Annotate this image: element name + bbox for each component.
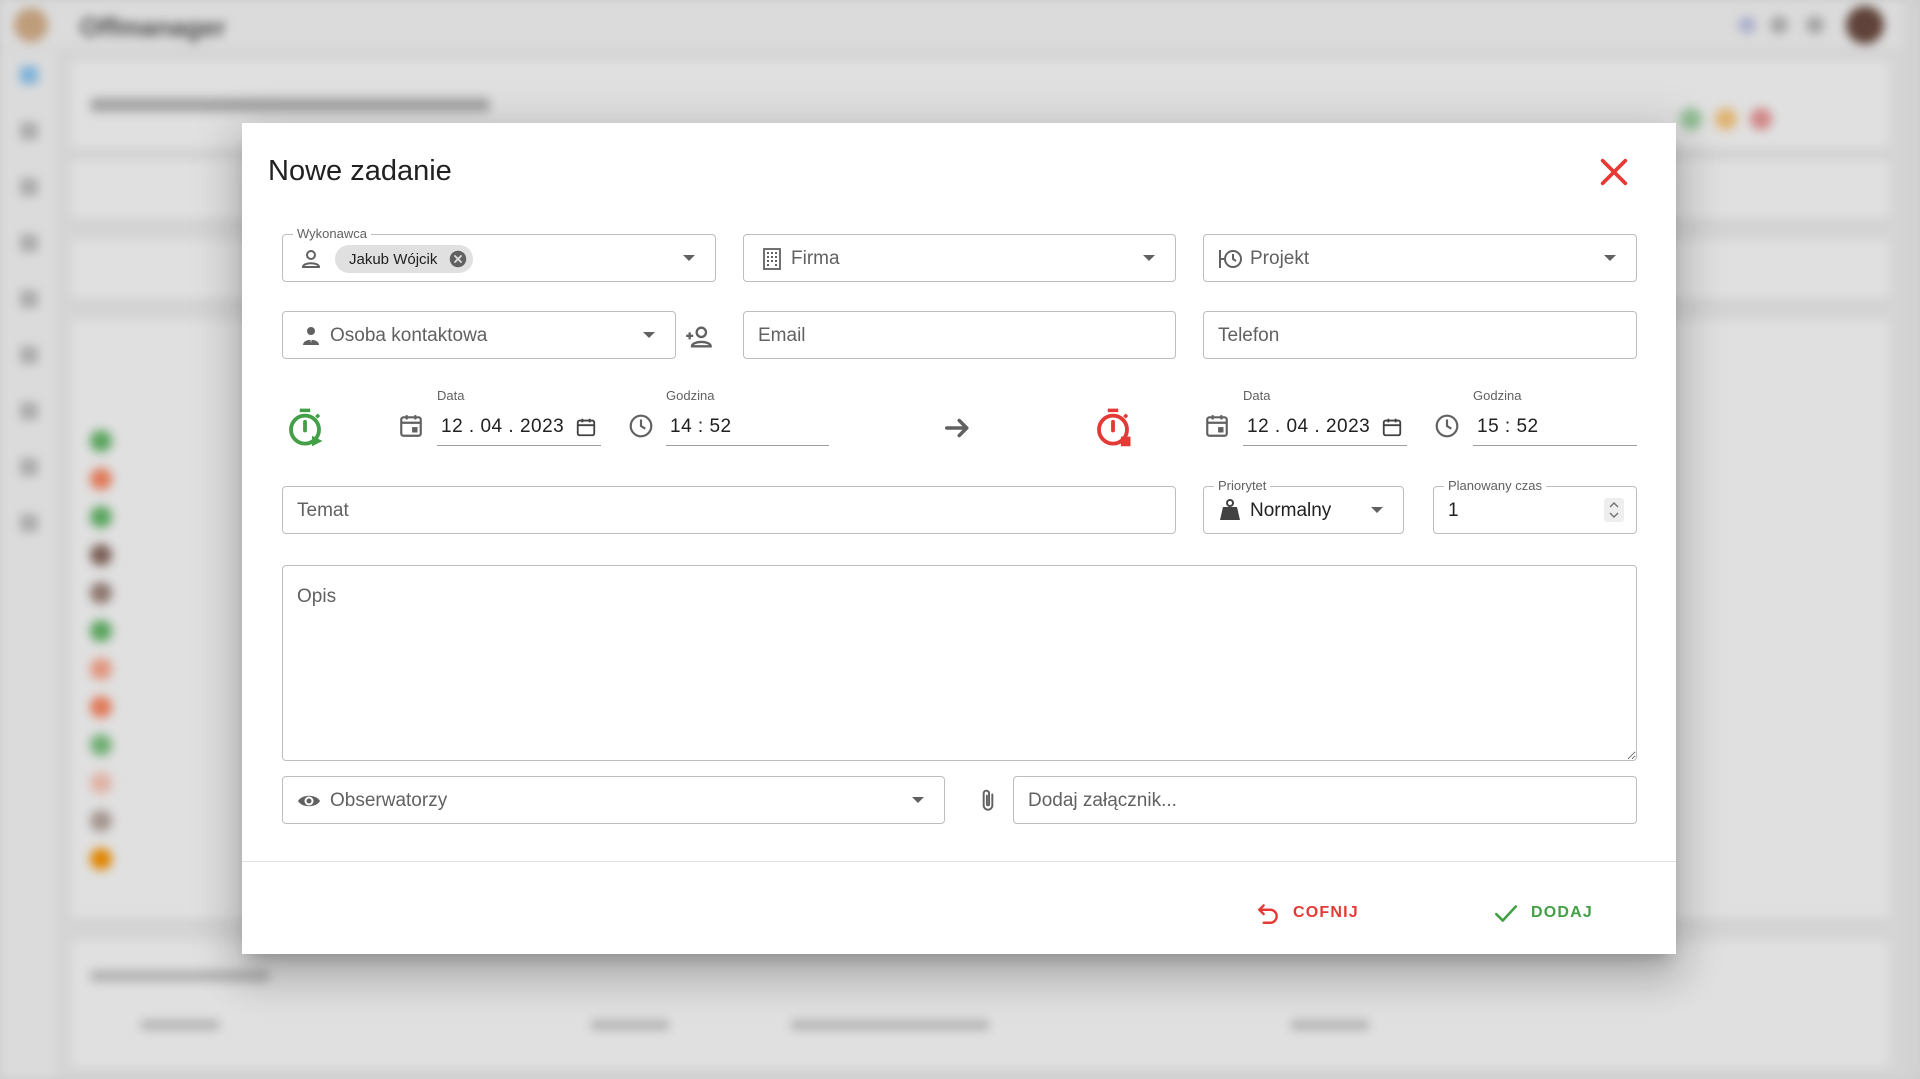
date-picker-icon[interactable] [575,416,597,438]
planned-time-value: 1 [1448,500,1459,521]
end-time-label: Godzina [1473,388,1522,403]
add-button-label: DODAJ [1531,904,1594,921]
start-time-field[interactable]: Godzina 14 : 52 [666,388,829,446]
description-textarea[interactable] [282,565,1637,761]
subject-field[interactable]: Temat [282,486,1176,534]
planned-time-label: Planowany czas [1444,478,1546,493]
assignee-label: Wykonawca [293,226,371,241]
chevron-down-icon [643,332,655,338]
attachment-placeholder: Dodaj załącznik... [1028,790,1177,811]
project-history-icon [1219,250,1242,268]
end-time-field[interactable]: Godzina 15 : 52 [1473,388,1637,446]
start-date-label: Data [437,388,465,403]
start-timer-icon [289,408,323,447]
end-date-label: Data [1243,388,1271,403]
assignee-chip-label: Jakub Wójcik [349,250,438,268]
add-button[interactable]: DODAJ [1493,893,1593,933]
email-placeholder: Email [758,325,806,346]
arrow-right-icon [945,418,969,438]
end-timer-icon [1097,408,1131,447]
new-task-dialog: Nowe zadanie Wykonawca Jakub Wójcik Firm… [242,123,1676,954]
paperclip-icon[interactable] [975,786,1001,816]
chevron-down-icon [1143,255,1155,261]
phone-placeholder: Telefon [1218,325,1280,346]
start-date-field[interactable]: Data 12 . 04 . 2023 [437,388,601,446]
company-select[interactable]: Firma [743,234,1176,282]
subject-placeholder: Temat [297,500,349,521]
observers-placeholder: Obserwatorzy [330,790,448,811]
calendar-icon [1206,415,1228,437]
contact-person-select[interactable]: Osoba kontaktowa [282,311,676,359]
company-placeholder: Firma [791,248,840,269]
observers-select[interactable]: Obserwatorzy [282,776,945,824]
end-date-field[interactable]: Data 12 . 04 . 2023 [1243,388,1407,446]
contact-person-placeholder: Osoba kontaktowa [330,325,488,346]
priority-value: Normalny [1250,500,1332,521]
number-stepper[interactable] [1604,498,1624,522]
phone-field[interactable]: Telefon [1203,311,1637,359]
priority-weight-icon [1220,499,1240,520]
chevron-down-icon [912,797,924,803]
cancel-button[interactable]: COFNIJ [1255,893,1359,933]
stepper-down-icon[interactable] [1608,511,1620,519]
person-icon [301,250,321,268]
building-icon [763,248,781,270]
attachment-field[interactable]: Dodaj załącznik... [1013,776,1637,824]
chip-remove-icon[interactable] [449,250,467,268]
undo-icon [1258,904,1278,924]
planned-time-field[interactable]: Planowany czas 1 [1433,478,1637,534]
chevron-down-icon [683,255,695,261]
start-time-label: Godzina [666,388,715,403]
clock-icon [1435,414,1459,438]
start-date-value: 12 . 04 . 2023 [441,416,565,437]
check-icon [1494,905,1518,922]
priority-label: Priorytet [1214,478,1271,493]
stepper-up-icon[interactable] [1608,501,1620,509]
calendar-icon [400,415,422,437]
add-contact-icon[interactable] [685,323,713,351]
clock-icon [629,414,653,438]
end-time-value: 15 : 52 [1477,416,1539,437]
chevron-down-icon [1371,507,1383,513]
contact-person-icon [303,327,319,345]
dialog-title: Nowe zadanie [268,155,452,187]
project-placeholder: Projekt [1250,248,1310,269]
close-icon[interactable] [1597,155,1631,189]
email-field[interactable]: Email [743,311,1176,359]
assignee-select[interactable]: Wykonawca Jakub Wójcik [282,226,716,282]
date-picker-icon[interactable] [1381,416,1403,438]
end-date-value: 12 . 04 . 2023 [1247,416,1371,437]
assignee-chip[interactable]: Jakub Wójcik [335,245,474,273]
eye-icon [298,795,320,807]
chevron-down-icon [1604,255,1616,261]
start-time-value: 14 : 52 [670,416,732,437]
cancel-button-label: COFNIJ [1293,904,1359,921]
project-select[interactable]: Projekt [1203,234,1637,282]
footer-divider [242,861,1676,862]
priority-select[interactable]: Priorytet Normalny [1203,478,1404,534]
